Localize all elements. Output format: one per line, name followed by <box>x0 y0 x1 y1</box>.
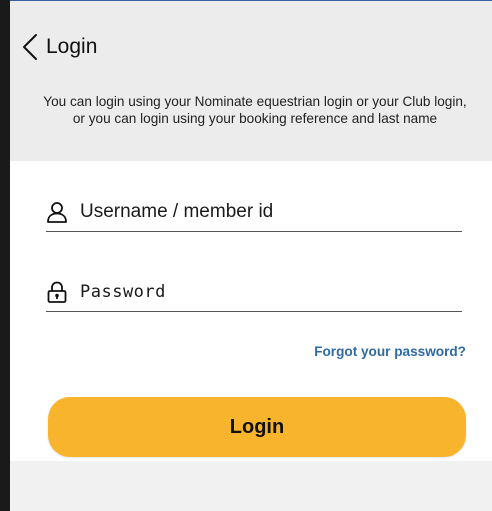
footer-area <box>10 461 492 511</box>
header: Login You can login using your Nominate … <box>10 1 492 161</box>
username-input[interactable] <box>80 195 458 229</box>
login-screen: Login You can login using your Nominate … <box>10 1 492 511</box>
login-info-text: You can login using your Nominate equest… <box>43 94 467 126</box>
page-title: Login <box>46 35 98 58</box>
password-field <box>46 271 462 312</box>
window-left-border <box>0 0 10 511</box>
password-input[interactable] <box>80 275 458 309</box>
user-icon <box>47 202 67 223</box>
login-button[interactable]: Login <box>48 397 466 457</box>
back-button[interactable]: Login <box>22 27 97 67</box>
forgot-password-link[interactable]: Forgot your password? <box>314 344 466 359</box>
login-form: Forgot your password? Login <box>10 161 492 461</box>
chevron-left-icon <box>23 34 37 60</box>
lock-icon <box>47 281 67 303</box>
username-field <box>46 191 462 232</box>
